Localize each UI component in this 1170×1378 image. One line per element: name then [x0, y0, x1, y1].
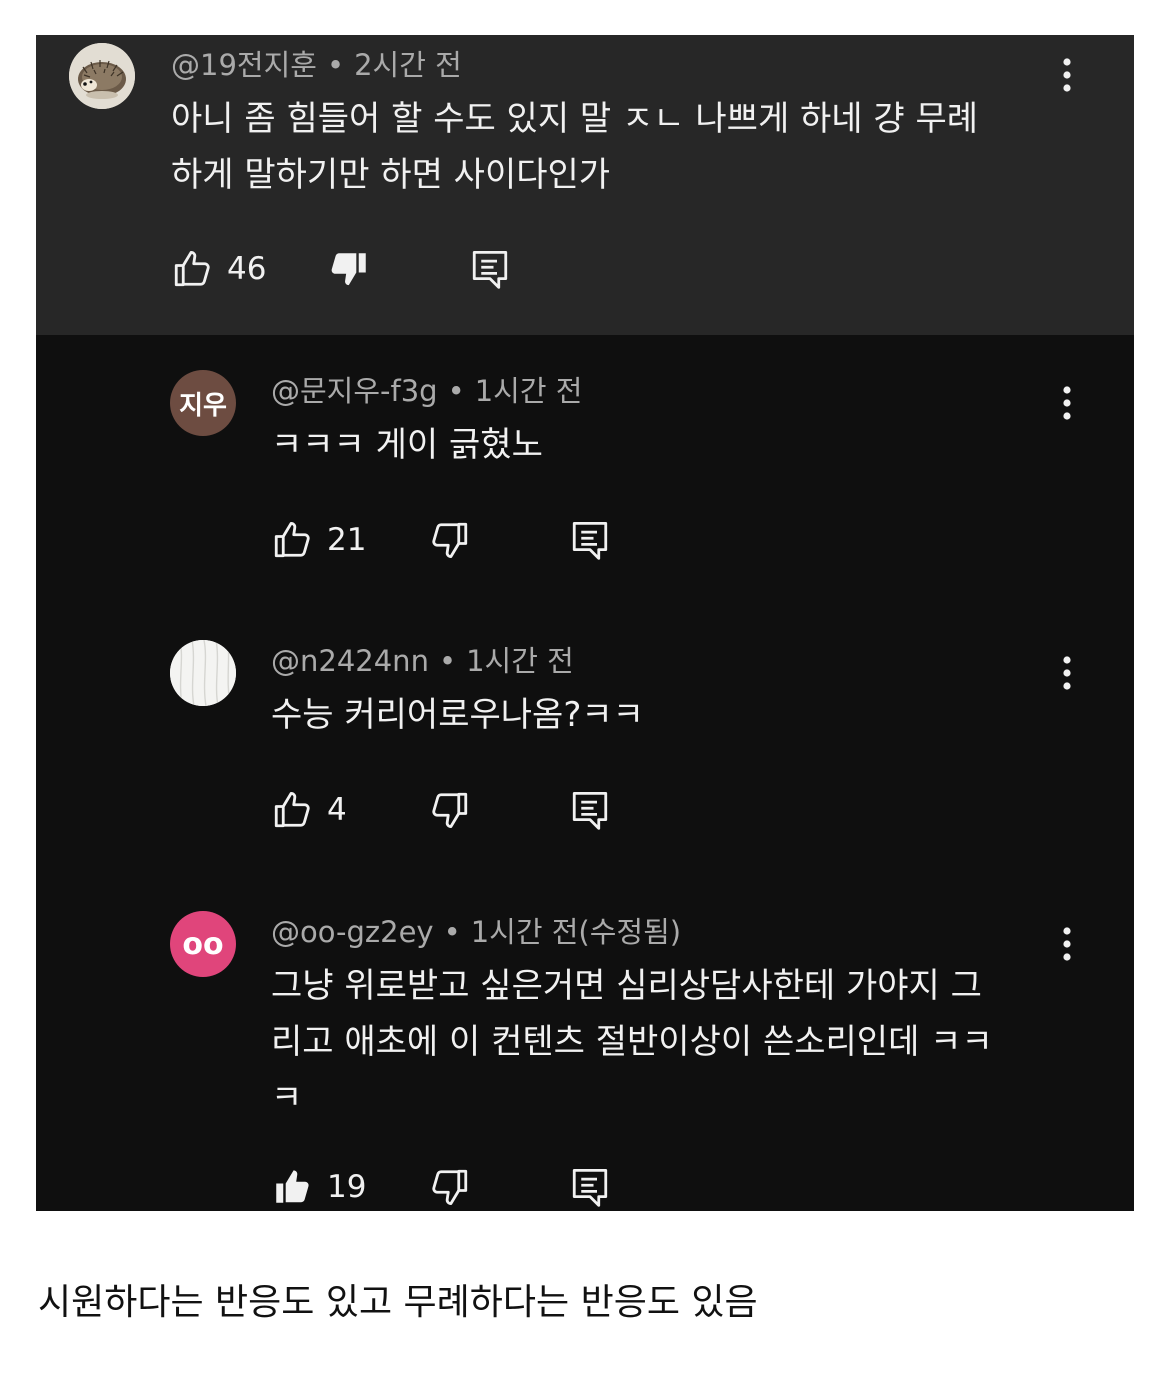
like-count: 21	[327, 522, 367, 558]
dislike-button[interactable]	[329, 244, 371, 294]
more-options-icon[interactable]	[1049, 651, 1085, 695]
comment-time: 1시간 전	[474, 374, 583, 408]
thumbs-up-icon	[274, 521, 310, 558]
separator-dot: •	[438, 644, 457, 678]
comment-actions: 4	[271, 785, 671, 835]
reply-button[interactable]	[469, 244, 511, 294]
separator-dot: •	[447, 374, 465, 408]
comment-text: ㅋㅋㅋ 게이 긁혔노	[271, 417, 543, 473]
comment-item: @n2424nn • 1시간 전 수능 커리어로우나옴?ㅋㅋ 4	[36, 605, 1134, 875]
comment-item: 지우 @문지우-f3g • 1시간 전 ㅋㅋㅋ 게이 긁혔노 21	[36, 335, 1134, 605]
avatar-initials: oo	[182, 926, 224, 962]
thumbs-down-filled-icon	[331, 253, 366, 286]
avatar[interactable]: oo	[170, 911, 236, 977]
comment-item: oo @oo-gz2ey • 1시간 전(수정됨) 그냥 위로받고 싶은거면 심리상…	[36, 875, 1134, 1211]
reply-icon	[472, 250, 508, 289]
comment-time: 1시간 전	[466, 644, 574, 678]
comment-item: @19전지훈 • 2시간 전 아니 좀 힘들어 할 수도 있지 말 ㅈㄴ 나쁘게 하…	[36, 35, 1134, 335]
like-button[interactable]: 21	[271, 515, 366, 565]
like-button[interactable]: 19	[271, 1162, 366, 1211]
more-options-icon[interactable]	[1049, 381, 1085, 425]
comment-text-line: 리고 애초에 이 컨텐츠 절반이상이 쓴소리인데 ㅋㅋ	[271, 1022, 993, 1062]
comment-meta: @문지우-f3g • 1시간 전	[271, 371, 582, 411]
comment-text: 아니 좀 힘들어 할 수도 있지 말 ㅈㄴ 나쁘게 하네 걍 무례 하게 말하기…	[171, 91, 978, 203]
comment-text-line: 그냥 위로받고 싶은거면 심리상담사한테 가야지 그	[271, 966, 982, 1006]
comment-actions: 46	[171, 244, 571, 294]
reply-button[interactable]	[569, 785, 611, 835]
comment-author[interactable]: @n2424nn	[271, 644, 429, 678]
reply-icon	[572, 1168, 608, 1207]
comment-author[interactable]: @문지우-f3g	[271, 374, 438, 408]
reply-icon	[572, 791, 608, 830]
thumbs-up-icon	[274, 791, 310, 828]
like-count: 4	[327, 792, 347, 828]
comment-actions: 21	[271, 515, 671, 565]
comment-meta: @oo-gz2ey • 1시간 전(수정됨)	[271, 912, 681, 952]
comment-text: 그냥 위로받고 싶은거면 심리상담사한테 가야지 그 리고 애초에 이 컨텐츠 …	[271, 958, 993, 1126]
separator-dot: •	[443, 915, 461, 949]
comment-text-line: ㅋ	[271, 1078, 303, 1118]
dislike-button[interactable]	[429, 515, 471, 565]
comment-text-line: ㅋㅋㅋ 게이 긁혔노	[271, 425, 543, 465]
reply-button[interactable]	[569, 1162, 611, 1211]
hedgehog-avatar-image	[69, 43, 135, 109]
thumbs-down-icon	[432, 792, 468, 829]
avatar[interactable]	[69, 43, 135, 109]
dislike-button[interactable]	[429, 785, 471, 835]
separator-dot: •	[326, 48, 345, 82]
comment-text-line: 하게 말하기만 하면 사이다인가	[171, 155, 611, 195]
thumbs-down-icon	[432, 1169, 468, 1206]
comment-text: 수능 커리어로우나옴?ㅋㅋ	[271, 687, 644, 743]
like-count: 19	[327, 1169, 367, 1205]
reply-icon	[572, 521, 608, 560]
dislike-button[interactable]	[429, 1162, 471, 1211]
like-button[interactable]: 46	[171, 244, 266, 294]
more-options-icon[interactable]	[1049, 922, 1085, 966]
avatar[interactable]	[170, 640, 236, 706]
comment-meta: @n2424nn • 1시간 전	[271, 641, 574, 681]
more-options-icon[interactable]	[1049, 53, 1085, 97]
comment-time: 2시간 전	[354, 48, 462, 82]
avatar[interactable]: 지우	[170, 370, 236, 436]
comment-text-line: 아니 좀 힘들어 할 수도 있지 말 ㅈㄴ 나쁘게 하네 걍 무례	[171, 99, 979, 139]
avatar-initials: 지우	[179, 390, 227, 421]
thumbs-up-filled-icon	[276, 1170, 309, 1203]
like-button[interactable]: 4	[271, 785, 347, 835]
reply-button[interactable]	[569, 515, 611, 565]
comment-thread-screenshot: @19전지훈 • 2시간 전 아니 좀 힘들어 할 수도 있지 말 ㅈㄴ 나쁘게 하…	[36, 35, 1134, 1211]
post-caption: 시원하다는 반응도 있고 무례하다는 반응도 있음	[38, 1282, 758, 1323]
thumbs-up-icon	[174, 250, 210, 287]
comment-meta: @19전지훈 • 2시간 전	[171, 45, 462, 85]
comment-author[interactable]: @19전지훈	[171, 48, 317, 82]
thumbs-down-icon	[432, 522, 468, 559]
comment-actions: 19	[271, 1162, 671, 1211]
comment-author[interactable]: @oo-gz2ey	[271, 915, 434, 949]
like-count: 46	[227, 251, 267, 287]
comment-time: 1시간 전(수정됨)	[470, 915, 682, 949]
comment-text-line: 수능 커리어로우나옴?ㅋㅋ	[271, 695, 644, 735]
fabric-avatar-image	[170, 640, 236, 706]
